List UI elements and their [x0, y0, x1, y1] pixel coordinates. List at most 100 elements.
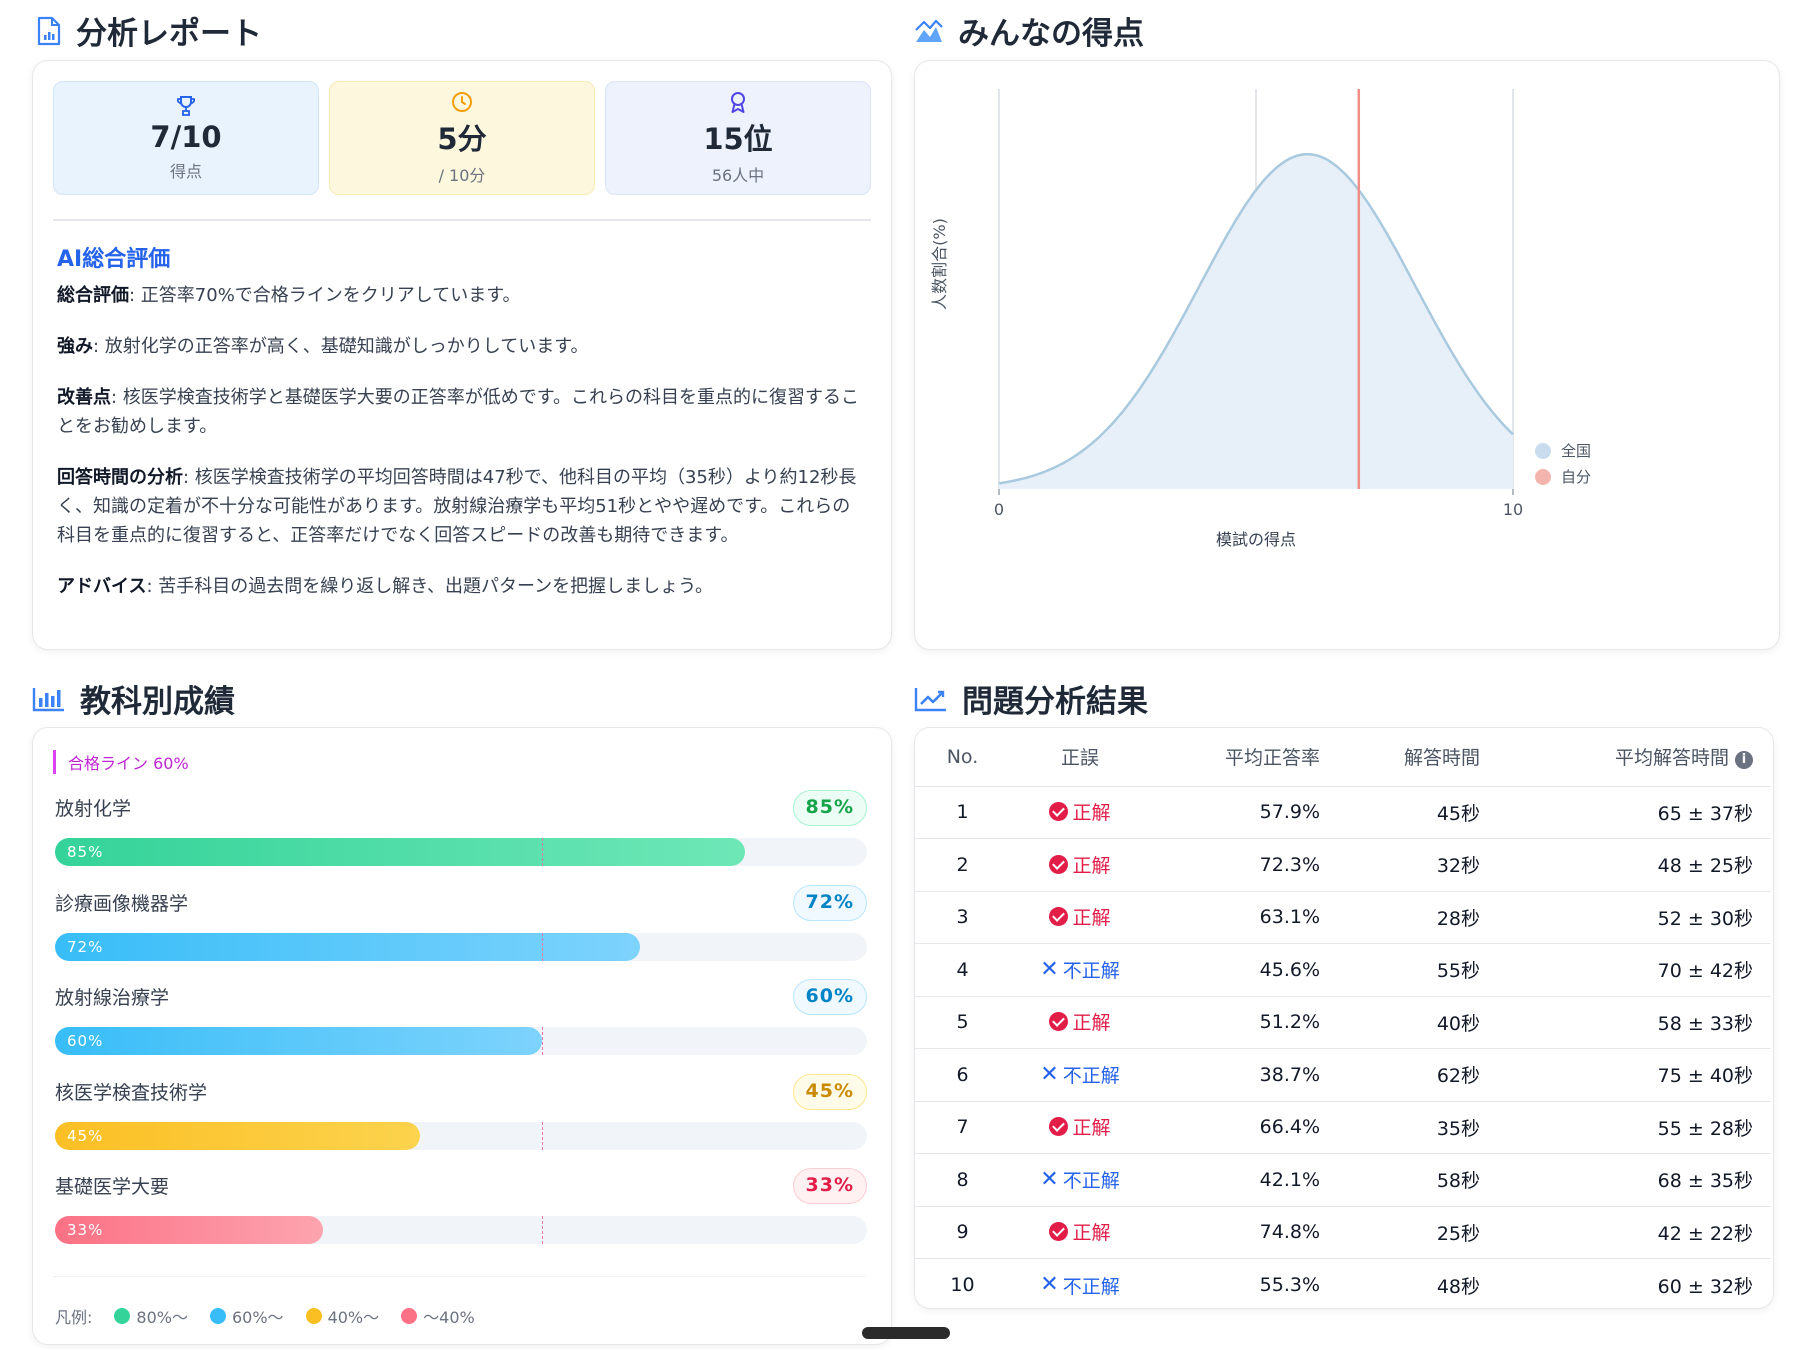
- legend-item-60: 60%〜: [209, 1304, 284, 1328]
- cell-result: ✕ 不正解: [1010, 943, 1150, 997]
- subject-progress-track: 72%: [55, 932, 867, 961]
- subject-progress-track: 60%: [55, 1027, 867, 1055]
- home-indicator[interactable]: [862, 1327, 950, 1339]
- cell-rate: 72.3%: [1150, 838, 1330, 892]
- legend-item-80: 80%〜: [114, 1304, 188, 1328]
- cell-time: 45秒: [1330, 786, 1490, 839]
- check-circle-icon: [1049, 907, 1069, 927]
- pass-line-label: 合格ライン 60%: [53, 750, 189, 774]
- cell-rate: 74.8%: [1150, 1206, 1330, 1259]
- header-time: 解答時間: [1330, 728, 1490, 787]
- header-avg-time: 平均解答時間 i: [1490, 728, 1771, 787]
- subject-name: 放射化学: [55, 798, 132, 820]
- subjects-section-title: 教科別成績: [32, 676, 235, 721]
- subject-progress-track: 85%: [55, 838, 867, 866]
- subject-name: 放射線治療学: [55, 987, 170, 1009]
- cell-rate: 55.3%: [1259, 1274, 1320, 1296]
- subject-row: 基礎医学大要 33% 33%: [55, 1168, 867, 1246]
- info-icon[interactable]: i: [1735, 751, 1753, 770]
- clock-icon: [452, 92, 472, 112]
- cell-avg-time: 42 ± 22秒: [1490, 1206, 1771, 1259]
- rank-stat: 15位 56人中: [605, 81, 871, 195]
- header-no: No.: [915, 728, 1010, 787]
- analysis-section-title: 問題分析結果: [914, 676, 1148, 721]
- cell-result: 正解: [1010, 1101, 1150, 1154]
- cell-no: 8: [915, 1153, 1010, 1207]
- cell-result: 正解: [1010, 1206, 1150, 1259]
- cross-icon: ✕: [1040, 956, 1059, 982]
- cell-avg-time: 48 ± 25秒: [1490, 838, 1771, 892]
- cell-avg-time: 65 ± 37秒: [1490, 786, 1771, 839]
- cell-no: 5: [915, 996, 1010, 1049]
- score-stat: 7/10 得点: [53, 81, 319, 195]
- cell-time: 25秒: [1330, 1206, 1490, 1259]
- table-row[interactable]: 7 正解 66.4% 35秒 55 ± 28秒: [915, 1101, 1771, 1154]
- time-value: 5分: [437, 122, 487, 156]
- cell-result: 正解: [1010, 891, 1150, 944]
- subject-score-badge: 33%: [792, 1168, 867, 1204]
- check-circle-icon: [1049, 1117, 1069, 1137]
- cell-no: 6: [915, 1048, 1010, 1102]
- cell-time: 40秒: [1330, 996, 1490, 1049]
- ai-paragraph: アドバイス: 苦手科目の過去問を繰り返し解き、出題パターンを把握しましょう。: [57, 576, 714, 597]
- cell-result: ✕ 不正解: [1040, 1272, 1120, 1298]
- table-row[interactable]: 8 ✕ 不正解 42.1% 58秒 68 ± 35秒: [915, 1153, 1771, 1207]
- ai-evaluation-body: 総合評価: 正答率70%で合格ラインをクリアしています。 強み: 放射化学の正答…: [57, 281, 867, 623]
- subjects-title: 教科別成績: [80, 684, 235, 720]
- score-value: 7/10: [150, 120, 222, 154]
- y-axis-label: 人数割合(%): [930, 218, 949, 310]
- subject-progress-fill: 72%: [55, 932, 640, 961]
- check-circle-icon: [1049, 854, 1069, 874]
- subject-progress-track: 45%: [55, 1121, 867, 1150]
- cell-avg-time: 68 ± 35秒: [1490, 1153, 1771, 1207]
- table-row[interactable]: 10 ✕ 不正解 55.3% 48秒 60 ± 32秒: [915, 1259, 1771, 1309]
- subject-name: 核医学検査技術学: [55, 1081, 208, 1104]
- cross-icon: ✕: [1040, 1166, 1059, 1192]
- cell-rate: 51.2%: [1150, 996, 1330, 1049]
- analysis-table: No. 正誤 平均正答率 解答時間 平均解答時間 i 1 正解 57.9% 45秒 65 …: [915, 728, 1771, 1309]
- analysis-title: 問題分析結果: [962, 684, 1148, 720]
- pass-line-mark: [542, 932, 544, 961]
- cell-time: 35秒: [1330, 1101, 1490, 1154]
- header-result: 正誤: [1010, 728, 1150, 787]
- legend-marker: [1535, 469, 1551, 485]
- cell-result: 正解: [1010, 838, 1150, 892]
- table-row[interactable]: 2 正解 72.3% 32秒 48 ± 25秒: [915, 838, 1771, 892]
- subject-progress-fill: 60%: [55, 1027, 543, 1055]
- table-row[interactable]: 5 正解 51.2% 40秒 58 ± 33秒: [915, 996, 1771, 1049]
- cell-time: 55秒: [1330, 943, 1490, 997]
- cell-time: 62秒: [1330, 1048, 1490, 1102]
- cell-time: 48秒: [1436, 1275, 1480, 1298]
- document-chart-icon: [37, 16, 61, 45]
- report-title: 分析レポート: [76, 16, 262, 52]
- report-card: 7/10 得点 5分 / 10分 15位 56人中 AI総合評価 総合評価: 正…: [32, 60, 892, 650]
- analysis-card: No. 正誤 平均正答率 解答時間 平均解答時間 i 1 正解 57.9% 45秒 65 …: [914, 727, 1774, 1309]
- cell-avg-time: 52 ± 30秒: [1490, 891, 1771, 944]
- pass-line-mark: [542, 1027, 544, 1055]
- mountain-chart-icon: [915, 19, 943, 42]
- table-row[interactable]: 4 ✕ 不正解 45.6% 55秒 70 ± 42秒: [915, 943, 1771, 997]
- table-row[interactable]: 1 正解 57.9% 45秒 65 ± 37秒: [915, 786, 1771, 839]
- cell-time: 28秒: [1330, 891, 1490, 944]
- time-stat: 5分 / 10分: [329, 81, 595, 195]
- subject-row: 診療画像機器学 72% 72%: [55, 884, 867, 963]
- subject-row: 放射化学 85% 85%: [55, 790, 867, 868]
- cross-icon: ✕: [1040, 1061, 1059, 1087]
- table-row[interactable]: 9 正解 74.8% 25秒 42 ± 22秒: [915, 1206, 1771, 1259]
- cell-rate: 45.6%: [1150, 943, 1330, 997]
- table-row[interactable]: 3 正解 63.1% 28秒 52 ± 30秒: [915, 891, 1771, 944]
- distribution-card: 人数割合(%) 模試の得点 0 10 全国 自分: [914, 60, 1780, 650]
- trophy-icon: [176, 96, 196, 116]
- cell-rate: 57.9%: [1150, 786, 1330, 839]
- subject-progress-fill: 45%: [55, 1121, 421, 1150]
- cell-no: 3: [915, 891, 1010, 944]
- subject-score-badge: 85%: [792, 790, 867, 826]
- bar-chart-icon: [32, 687, 64, 711]
- cell-time: 32秒: [1330, 838, 1490, 892]
- table-row[interactable]: 6 ✕ 不正解 38.7% 62秒 75 ± 40秒: [915, 1048, 1771, 1102]
- subject-progress-fill: 85%: [55, 838, 746, 866]
- cell-avg-time: 60 ± 32秒: [1657, 1275, 1753, 1298]
- x-tick-label: 0: [994, 500, 1004, 519]
- distribution-chart: 人数割合(%) 模試の得点 0 10 全国自分: [930, 89, 1591, 549]
- legend-text: 自分: [1561, 468, 1591, 486]
